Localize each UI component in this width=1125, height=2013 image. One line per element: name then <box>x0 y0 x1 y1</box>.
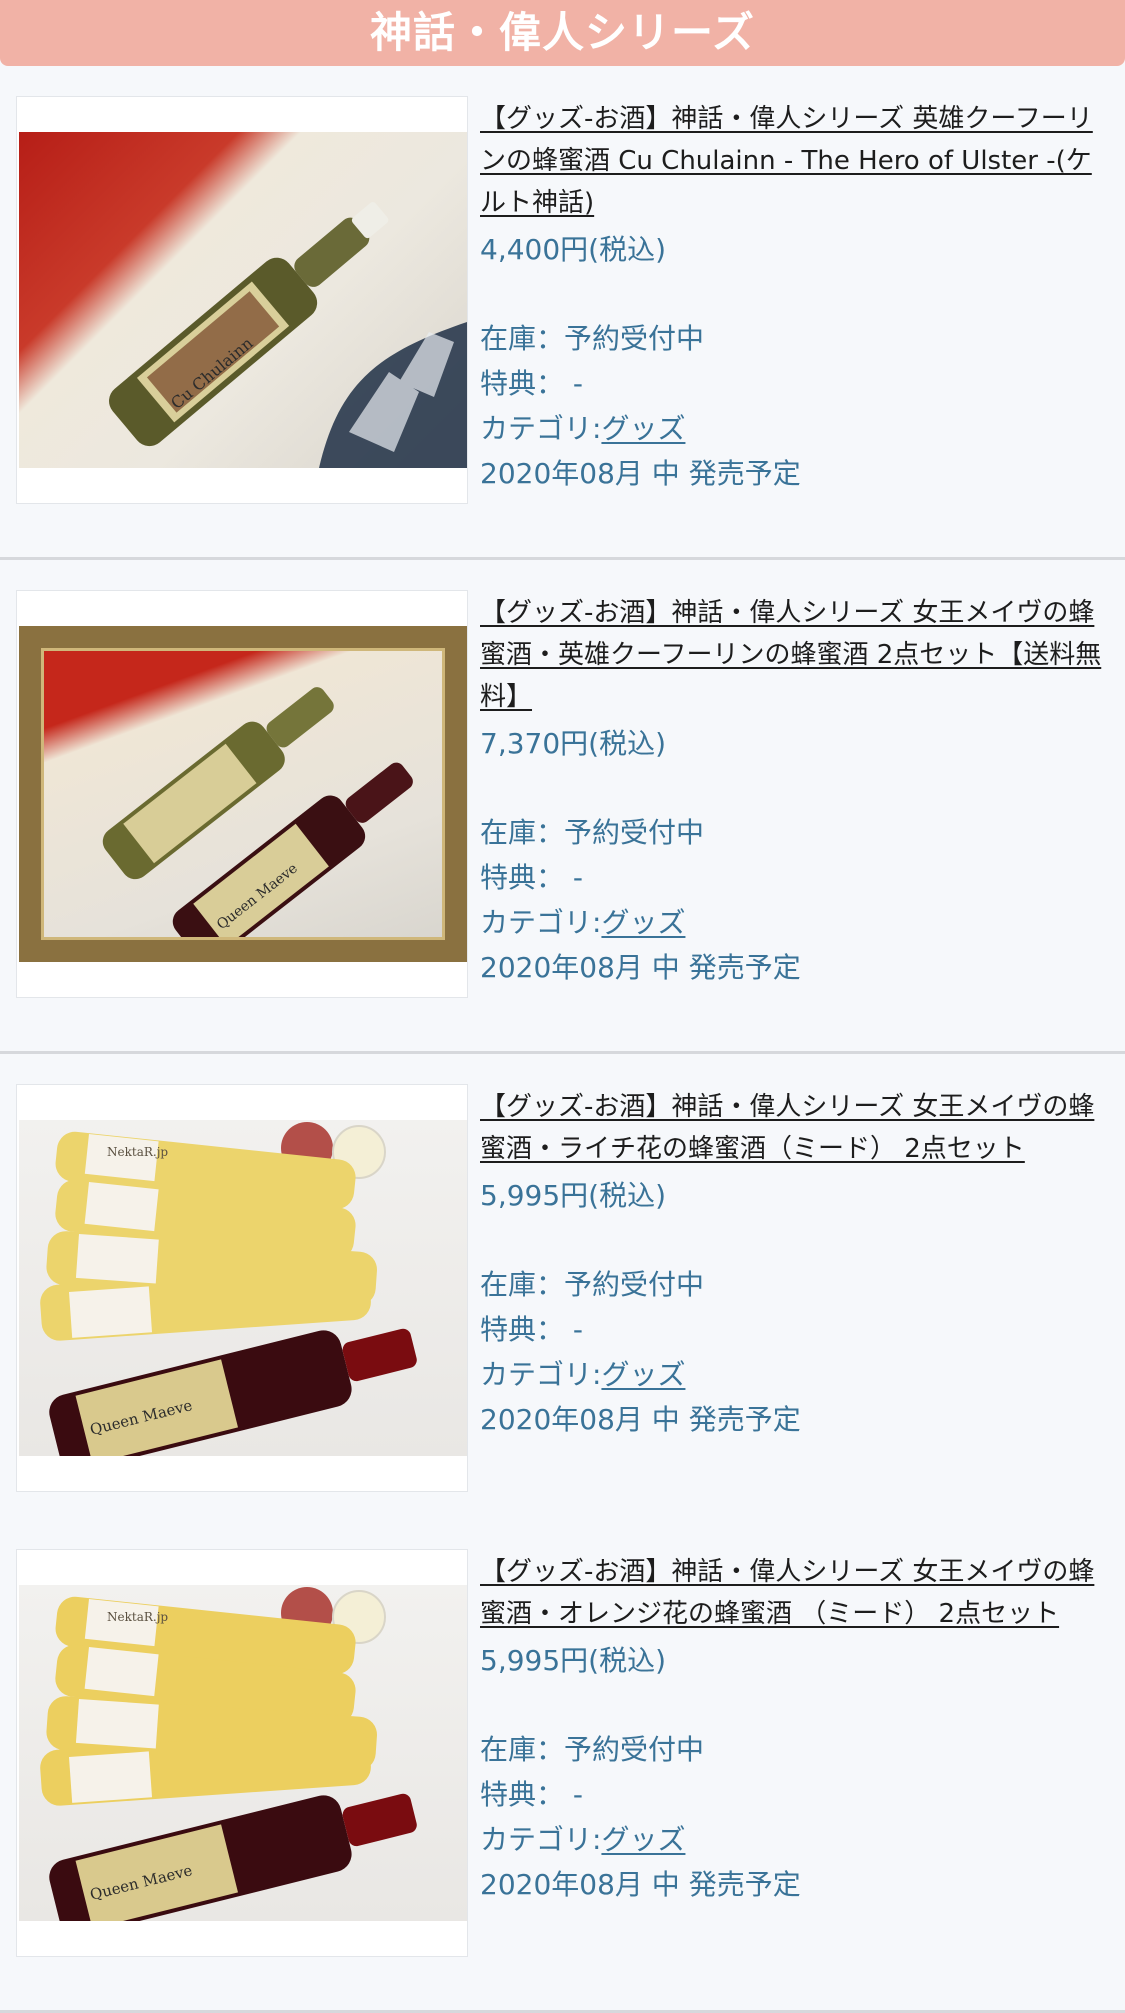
product-thumbnail[interactable]: Queen Maeve NektaR.jp <box>16 1084 468 1492</box>
product-item: Queen Maeve NektaR.jp 【グッズ-お酒】神話・偉人シリーズ … <box>0 1054 1125 1548</box>
product-item: Queen Maeve 【グッズ-お酒】神話・偉人シリーズ 女王メイヴの蜂蜜酒・… <box>0 560 1125 1054</box>
release-date: 2020年08月 中 発売予定 <box>480 457 801 490</box>
stock-status: 在庫：予約受付中 <box>480 1268 705 1301</box>
category-label: カテゴリ: <box>480 412 602 445</box>
release-date: 2020年08月 中 発売予定 <box>480 951 801 984</box>
category-label: カテゴリ: <box>480 1358 602 1391</box>
product-price: 7,370円(税込) <box>480 727 667 760</box>
bonus-info: 特典： - <box>480 1778 584 1811</box>
product-photo: Queen Maeve <box>19 626 467 962</box>
bonus-info: 特典： - <box>480 1313 584 1346</box>
bonus-info: 特典： - <box>480 861 584 894</box>
release-date: 2020年08月 中 発売予定 <box>480 1868 801 1901</box>
product-price: 5,995円(税込) <box>480 1179 667 1212</box>
bonus-info: 特典： - <box>480 367 584 400</box>
product-photo: Cu Chulainn <box>19 132 467 468</box>
category-link[interactable]: グッズ <box>601 1358 685 1391</box>
page-title: 神話・偉人シリーズ <box>370 8 755 57</box>
product-title-link[interactable]: 【グッズ-お酒】神話・偉人シリーズ 女王メイヴの蜂蜜酒・オレンジ花の蜂蜜酒 （ミ… <box>480 1551 1110 1635</box>
bottle-label-text: NektaR.jp <box>107 1610 168 1624</box>
category-label: カテゴリ: <box>480 906 602 939</box>
product-title-link[interactable]: 【グッズ-お酒】神話・偉人シリーズ 女王メイヴの蜂蜜酒・英雄クーフーリンの蜂蜜酒… <box>480 592 1110 718</box>
category-label: カテゴリ: <box>480 1823 602 1856</box>
product-thumbnail[interactable]: Queen Maeve NektaR.jp <box>16 1549 468 1957</box>
product-item: Queen Maeve NektaR.jp 【グッズ-お酒】神話・偉人シリーズ … <box>0 1519 1125 2013</box>
release-date: 2020年08月 中 発売予定 <box>480 1403 801 1436</box>
stock-status: 在庫：予約受付中 <box>480 816 705 849</box>
category-row: カテゴリ:グッズ <box>480 1352 1110 1397</box>
category-row: カテゴリ:グッズ <box>480 406 1110 451</box>
stock-status: 在庫：予約受付中 <box>480 1733 705 1766</box>
product-photo: Queen Maeve NektaR.jp <box>19 1120 467 1456</box>
category-link[interactable]: グッズ <box>601 906 685 939</box>
product-thumbnail[interactable]: Cu Chulainn <box>16 96 468 504</box>
product-item: Cu Chulainn 【グッズ-お酒】神話・偉人シリーズ 英雄クーフーリンの蜂… <box>0 66 1125 560</box>
stock-status: 在庫：予約受付中 <box>480 322 705 355</box>
product-photo: Queen Maeve NektaR.jp <box>19 1585 467 1921</box>
product-price: 5,995円(税込) <box>480 1644 667 1677</box>
bottle-label-text: NektaR.jp <box>107 1145 168 1159</box>
category-link[interactable]: グッズ <box>601 412 685 445</box>
product-thumbnail[interactable]: Queen Maeve <box>16 590 468 998</box>
product-price: 4,400円(税込) <box>480 233 667 266</box>
page-header: 神話・偉人シリーズ <box>0 0 1125 66</box>
product-title-link[interactable]: 【グッズ-お酒】神話・偉人シリーズ 英雄クーフーリンの蜂蜜酒 Cu Chulai… <box>480 98 1110 224</box>
category-row: カテゴリ:グッズ <box>480 1817 1110 1862</box>
category-row: カテゴリ:グッズ <box>480 900 1110 945</box>
category-link[interactable]: グッズ <box>601 1823 685 1856</box>
product-title-link[interactable]: 【グッズ-お酒】神話・偉人シリーズ 女王メイヴの蜂蜜酒・ライチ花の蜂蜜酒（ミード… <box>480 1086 1110 1170</box>
